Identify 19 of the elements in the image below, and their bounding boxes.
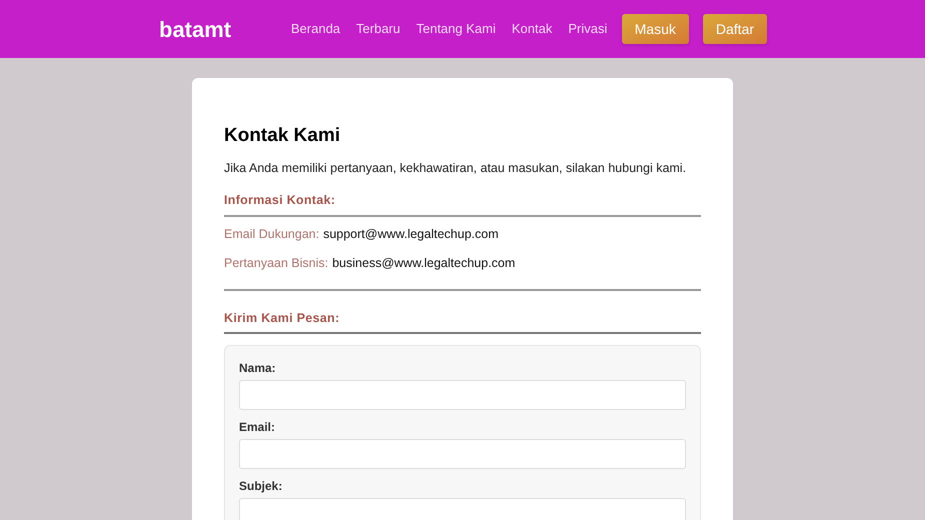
login-button[interactable]: Masuk: [622, 14, 689, 44]
nav-link[interactable]: Terbaru: [356, 19, 400, 39]
contact-email: business@www.legaltechup.com: [332, 254, 516, 272]
field-label: Email:: [239, 419, 276, 436]
contact-label: Email Dukungan:: [224, 226, 320, 243]
register-button[interactable]: Daftar: [702, 14, 767, 44]
logo[interactable]: batamt: [159, 12, 244, 46]
contact-label: Pertanyaan Bisnis:: [224, 254, 328, 272]
section-heading: Informasi Kontak:: [224, 191, 701, 217]
field-label: Subjek:: [239, 478, 284, 496]
nav-link[interactable]: Beranda: [291, 19, 340, 39]
page-title: Kontak Kami: [224, 124, 342, 148]
intro-text: Jika Anda memiliki pertanyaan, kekhawatiran, atau masukan, silakan hubungi kami.: [224, 160, 688, 177]
nav-link[interactable]: Privasi: [568, 19, 608, 39]
section-heading: Kirim Kami Pesan:: [224, 308, 701, 334]
nav-link[interactable]: Tentang Kami: [416, 19, 496, 39]
contact-email: support@www.legaltechup.com: [323, 226, 498, 243]
nav-link[interactable]: Kontak: [512, 19, 552, 39]
field-label: Nama:: [239, 360, 277, 378]
